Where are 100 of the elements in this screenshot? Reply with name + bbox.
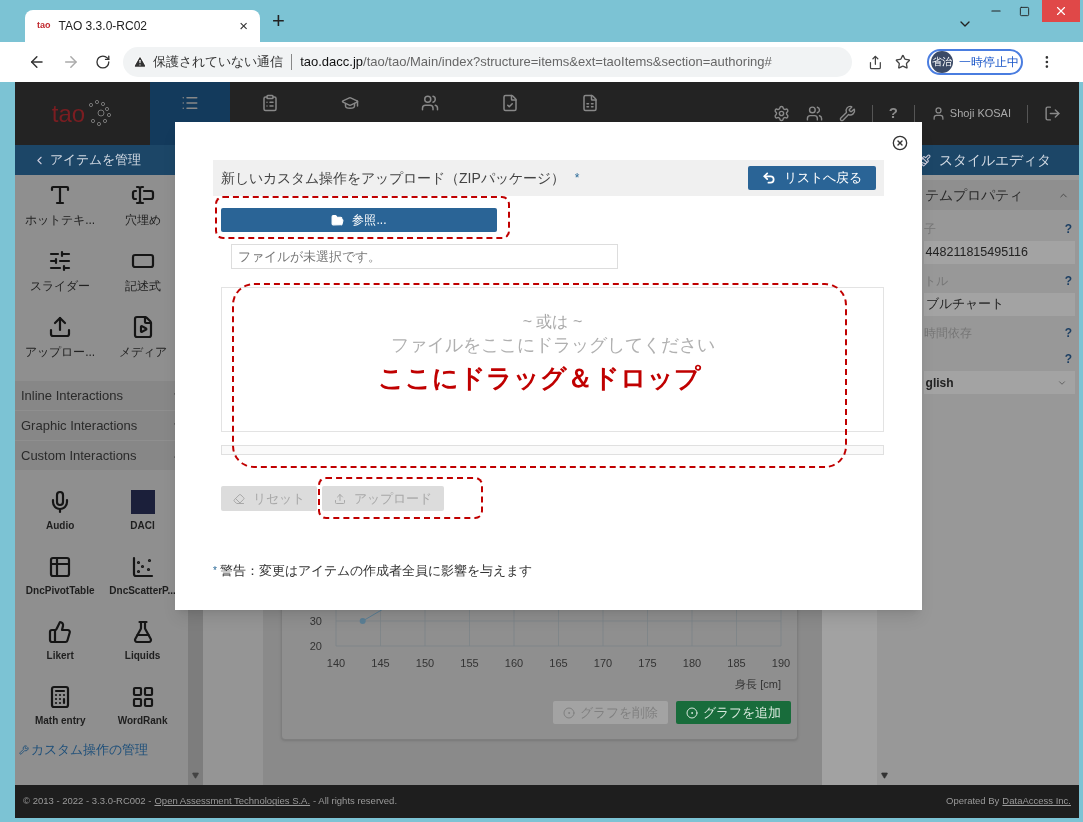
tile-label: アップロー... <box>25 344 96 361</box>
tab-close-button[interactable]: × <box>239 14 248 38</box>
scroll-down-icon[interactable] <box>191 772 199 779</box>
tile-label: 記述式 <box>124 278 161 295</box>
axis-tick-label: 180 <box>682 657 701 669</box>
panel-title: スタイルエディタ <box>939 150 1051 170</box>
profile-status: 一時停止中 <box>958 54 1019 71</box>
interaction-tile[interactable]: アップロー... <box>19 315 102 361</box>
user-icon <box>930 106 946 121</box>
wrench-icon[interactable] <box>838 105 856 122</box>
axis-title: 身長 [cm] <box>734 678 781 690</box>
interaction-tile[interactable]: Math entry <box>19 685 102 728</box>
tile-label: Audio <box>46 519 75 533</box>
help-icon[interactable]: ? <box>1064 324 1075 342</box>
tile-label: ホットテキ... <box>25 212 96 229</box>
logo-text: tao <box>51 98 86 129</box>
rights-text: - All rights reserved. <box>313 794 398 809</box>
reload-icon[interactable] <box>95 54 112 70</box>
annotation-label: ここにドラッグ＆ドロップ <box>378 362 701 395</box>
manage-link[interactable]: カスタム操作の管理 <box>31 740 148 760</box>
chart-button[interactable]: グラフを追加 <box>675 701 791 724</box>
upload-icon <box>48 315 73 339</box>
interaction-tile[interactable]: DncPivotTable <box>19 555 102 598</box>
axis-tick-label: 140 <box>326 657 345 669</box>
operated-by-text: Operated By <box>946 794 1000 809</box>
interaction-tile[interactable]: WordRank <box>101 685 184 728</box>
interaction-tile[interactable]: Likert <box>19 620 102 663</box>
url-text: tao.dacc.jp/tao/tao/Main/index?structure=items&ext=taoItems&section=authoring# <box>300 53 772 72</box>
circle-icon <box>685 706 698 719</box>
interaction-tile[interactable]: 穴埋め <box>101 183 184 229</box>
tile-label: DACI <box>130 519 155 533</box>
tab-title: TAO 3.3.0-RC02 <box>58 18 148 35</box>
tile-label: WordRank <box>117 714 168 728</box>
data-point <box>359 618 366 624</box>
grid-icon <box>130 685 155 709</box>
tile-label: スライダー <box>30 278 91 295</box>
warning-text: 警告：変更はアイテムの作成者全員に影響を与えます <box>219 562 532 580</box>
select-field[interactable]: glish <box>923 371 1075 394</box>
interaction-tile[interactable]: DACI <box>101 490 184 533</box>
circle-icon <box>562 706 575 719</box>
axis-tick-label: 160 <box>504 657 523 669</box>
maximize-icon[interactable] <box>1019 6 1030 17</box>
warning-icon <box>133 55 148 69</box>
tile-label: Likert <box>46 649 74 663</box>
interaction-tile[interactable]: メディア <box>101 315 184 361</box>
copyright-text: © 2013 - 2022 - 3.3.0-RC002 - <box>23 794 152 809</box>
axis-tick-label: 185 <box>726 657 746 669</box>
scatter-plot-icon <box>130 555 155 579</box>
company-link[interactable]: Open Assessment Technologies S.A. <box>154 794 311 809</box>
table-icon <box>48 555 73 579</box>
wrench-icon <box>19 744 29 755</box>
axis-tick-label: 145 <box>370 657 390 669</box>
axis-tick-label: 155 <box>459 657 479 669</box>
logout-icon[interactable] <box>1044 105 1061 122</box>
share-icon[interactable] <box>868 54 883 70</box>
help-link[interactable]: ? <box>888 102 898 125</box>
interaction-tile[interactable]: 記述式 <box>101 249 184 295</box>
user-menu[interactable]: Shoji KOSAI <box>930 105 1011 122</box>
axis-tick-label: 170 <box>593 657 612 669</box>
interaction-tile[interactable]: DncScatterP... <box>101 555 184 598</box>
address-field[interactable]: 保護されていない通信 tao.dacc.jp/tao/tao/Main/index?structure=items&ext=taoItems&section=authoring# <box>123 47 853 77</box>
help-icon[interactable]: ? <box>1064 220 1075 238</box>
upload-icon <box>334 492 346 505</box>
interaction-tile[interactable]: Audio <box>19 490 102 533</box>
favicon: tao <box>37 19 51 33</box>
interaction-tile[interactable]: ホットテキ... <box>19 183 102 229</box>
back-icon[interactable] <box>28 53 46 71</box>
axis-tick-label: 165 <box>548 657 568 669</box>
tile-label: Math entry <box>34 714 86 728</box>
browser-tab[interactable]: tao TAO 3.3.0-RC02 × <box>25 10 260 42</box>
text-field[interactable]: ブルチャート <box>923 293 1075 316</box>
axis-tick-label: 30 <box>309 615 322 627</box>
undo-arrow-icon <box>762 171 776 185</box>
text-field[interactable]: 448211815495116 <box>923 241 1075 264</box>
back-to-list-button[interactable]: リストへ戻る <box>748 166 876 190</box>
interaction-tile[interactable]: Liquids <box>101 620 184 663</box>
required-mark: * <box>574 170 580 187</box>
settings-icon[interactable] <box>772 105 790 122</box>
tile-label: DncPivotTable <box>25 584 95 598</box>
close-icon[interactable] <box>892 135 908 151</box>
tile-label: 穴埋め <box>124 212 161 229</box>
bookmark-icon[interactable] <box>894 54 911 70</box>
panel-title: アイテムを管理 <box>50 151 141 170</box>
logo-dots-icon <box>87 98 114 129</box>
new-tab-button[interactable]: + <box>272 4 285 37</box>
tile-label: Liquids <box>124 649 161 663</box>
thumbs-up-icon <box>48 620 73 644</box>
help-icon[interactable]: ? <box>1064 350 1075 368</box>
image-tile-icon <box>130 490 155 514</box>
users-icon[interactable] <box>805 105 823 122</box>
file-field[interactable]: ファイルが未選択です。 <box>231 244 618 269</box>
scroll-down-icon[interactable] <box>880 772 888 779</box>
interaction-tile[interactable]: スライダー <box>19 249 102 295</box>
help-icon[interactable]: ? <box>1064 272 1075 290</box>
dialog-title: 新しいカスタム操作をアップロード（ZIPパッケージ） <box>221 168 565 188</box>
operator-link[interactable]: DataAccess Inc. <box>1002 794 1071 809</box>
security-label: 保護されていない通信 <box>153 53 284 71</box>
axis-tick-label: 190 <box>771 657 790 669</box>
browse-button[interactable]: 参照... <box>221 208 497 232</box>
profile-button[interactable]: 省治 一時停止中 <box>926 49 1024 75</box>
